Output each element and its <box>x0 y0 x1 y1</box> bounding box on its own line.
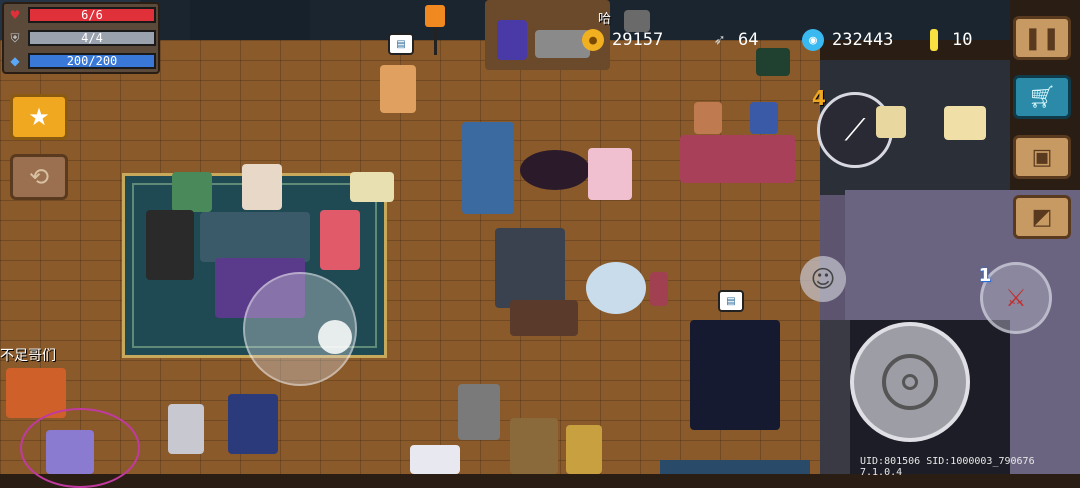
switch-character-button[interactable]: ⟲ <box>10 154 68 200</box>
swap-weapon-badge: 1 <box>978 264 992 286</box>
potion <box>650 272 668 306</box>
cycle-icon: ⟲ <box>28 163 50 191</box>
token-icon <box>930 29 938 51</box>
crate <box>756 48 790 76</box>
cart-icon: 🛒︎ <box>1028 84 1056 110</box>
rail <box>660 460 810 474</box>
pause-icon: ❚❚ <box>1023 25 1061 51</box>
poster <box>876 106 906 138</box>
npc-plague-doctor[interactable] <box>146 210 194 280</box>
npc-scientist[interactable] <box>242 164 282 210</box>
pause-button[interactable]: ❚❚ <box>1013 16 1071 60</box>
weapon-slot-badge: 4 <box>812 86 826 110</box>
heart-icon: ♥ <box>9 8 21 22</box>
gold-value: 29157 <box>612 30 664 50</box>
joystick-knob[interactable] <box>318 320 352 354</box>
material-value: 64 <box>738 30 759 50</box>
npc-magician[interactable] <box>228 394 278 454</box>
speech-bubble: ▤ <box>388 33 414 55</box>
lamp-icon <box>425 5 445 27</box>
lab-table <box>200 212 310 262</box>
armor-bar: 4/4 <box>28 30 156 46</box>
hp-bar-row: ♥ 6/6 <box>6 6 156 24</box>
crater <box>520 150 590 190</box>
token-value: 10 <box>952 30 973 50</box>
token-counter: 10 <box>930 28 972 52</box>
arcade-machine[interactable] <box>690 320 780 430</box>
hp-text: 6/6 <box>81 8 103 22</box>
emote-button[interactable]: ☺ <box>800 256 846 302</box>
energy-bar: 200/200 <box>28 53 156 69</box>
energy-bar-row: ◆ 200/200 <box>6 52 156 70</box>
egg <box>586 262 646 314</box>
npc-snake[interactable] <box>566 425 602 474</box>
map-icon: ◩ <box>1031 204 1053 230</box>
energy-text: 200/200 <box>66 54 118 68</box>
npc-wizard[interactable] <box>497 20 527 60</box>
npc-egg-chick[interactable] <box>350 172 394 202</box>
crate <box>510 418 558 474</box>
npc-shopkeeper[interactable] <box>694 102 722 134</box>
armor-bar-row: ⛨ 4/4 <box>6 29 156 47</box>
shop-button[interactable]: 🛒︎ <box>1013 75 1071 119</box>
skill-button[interactable]: ★ <box>10 94 68 140</box>
profile-button[interactable]: ▣ <box>1013 135 1071 179</box>
shield-icon: ⛨ <box>10 30 20 45</box>
map-button[interactable]: ◩ <box>1013 195 1071 239</box>
material-counter: ➶ 64 <box>708 28 759 52</box>
npc-knight[interactable] <box>495 228 565 308</box>
wall-door <box>190 0 310 40</box>
attack-button[interactable] <box>850 322 970 442</box>
npc-mechanic[interactable] <box>380 65 416 113</box>
armor-text: 4/4 <box>81 31 103 45</box>
npc-sheep[interactable] <box>410 445 460 474</box>
npc-princess[interactable] <box>588 148 632 200</box>
gem-counter: ◉ 232443 <box>802 28 893 52</box>
smile-icon: ☺ <box>810 265 836 293</box>
sword-icon: ⟋ <box>844 112 866 148</box>
shop-counter <box>680 135 795 183</box>
notice-board <box>944 106 986 140</box>
gem-icon: ◉ <box>802 29 824 51</box>
npc-robot[interactable] <box>462 122 514 214</box>
speech-bubble: ▤ <box>718 290 744 312</box>
uid-footer: UID:801506 SID:1000003_790676 7.1.0.4 <box>860 456 1035 478</box>
moai-statue <box>458 384 500 440</box>
coin-icon: ● <box>582 29 604 51</box>
table <box>510 300 578 336</box>
crosshair-icon <box>882 354 938 410</box>
hp-bar: 6/6 <box>28 7 156 23</box>
diamond-icon: ◆ <box>10 54 20 68</box>
card-icon: ▣ <box>1031 144 1053 170</box>
feather-icon: ➶ <box>713 29 725 51</box>
star-icon: ★ <box>28 103 50 131</box>
npc-tag: 哈 <box>598 12 612 27</box>
lab-tubes <box>172 172 212 212</box>
player-tag: 不足哥们 <box>0 348 56 364</box>
lamp-pole <box>434 27 437 55</box>
swap-weapon-icon: ⚔ <box>1005 284 1027 312</box>
npc-flower-girl[interactable] <box>320 210 360 270</box>
corridor <box>820 320 850 474</box>
gem-value: 232443 <box>832 30 894 50</box>
gold-counter: ● 29157 <box>582 28 663 52</box>
npc-shopkeeper[interactable] <box>750 102 778 134</box>
npc-mage-girl[interactable] <box>46 430 94 474</box>
npc-ghost-girl[interactable] <box>168 404 204 454</box>
